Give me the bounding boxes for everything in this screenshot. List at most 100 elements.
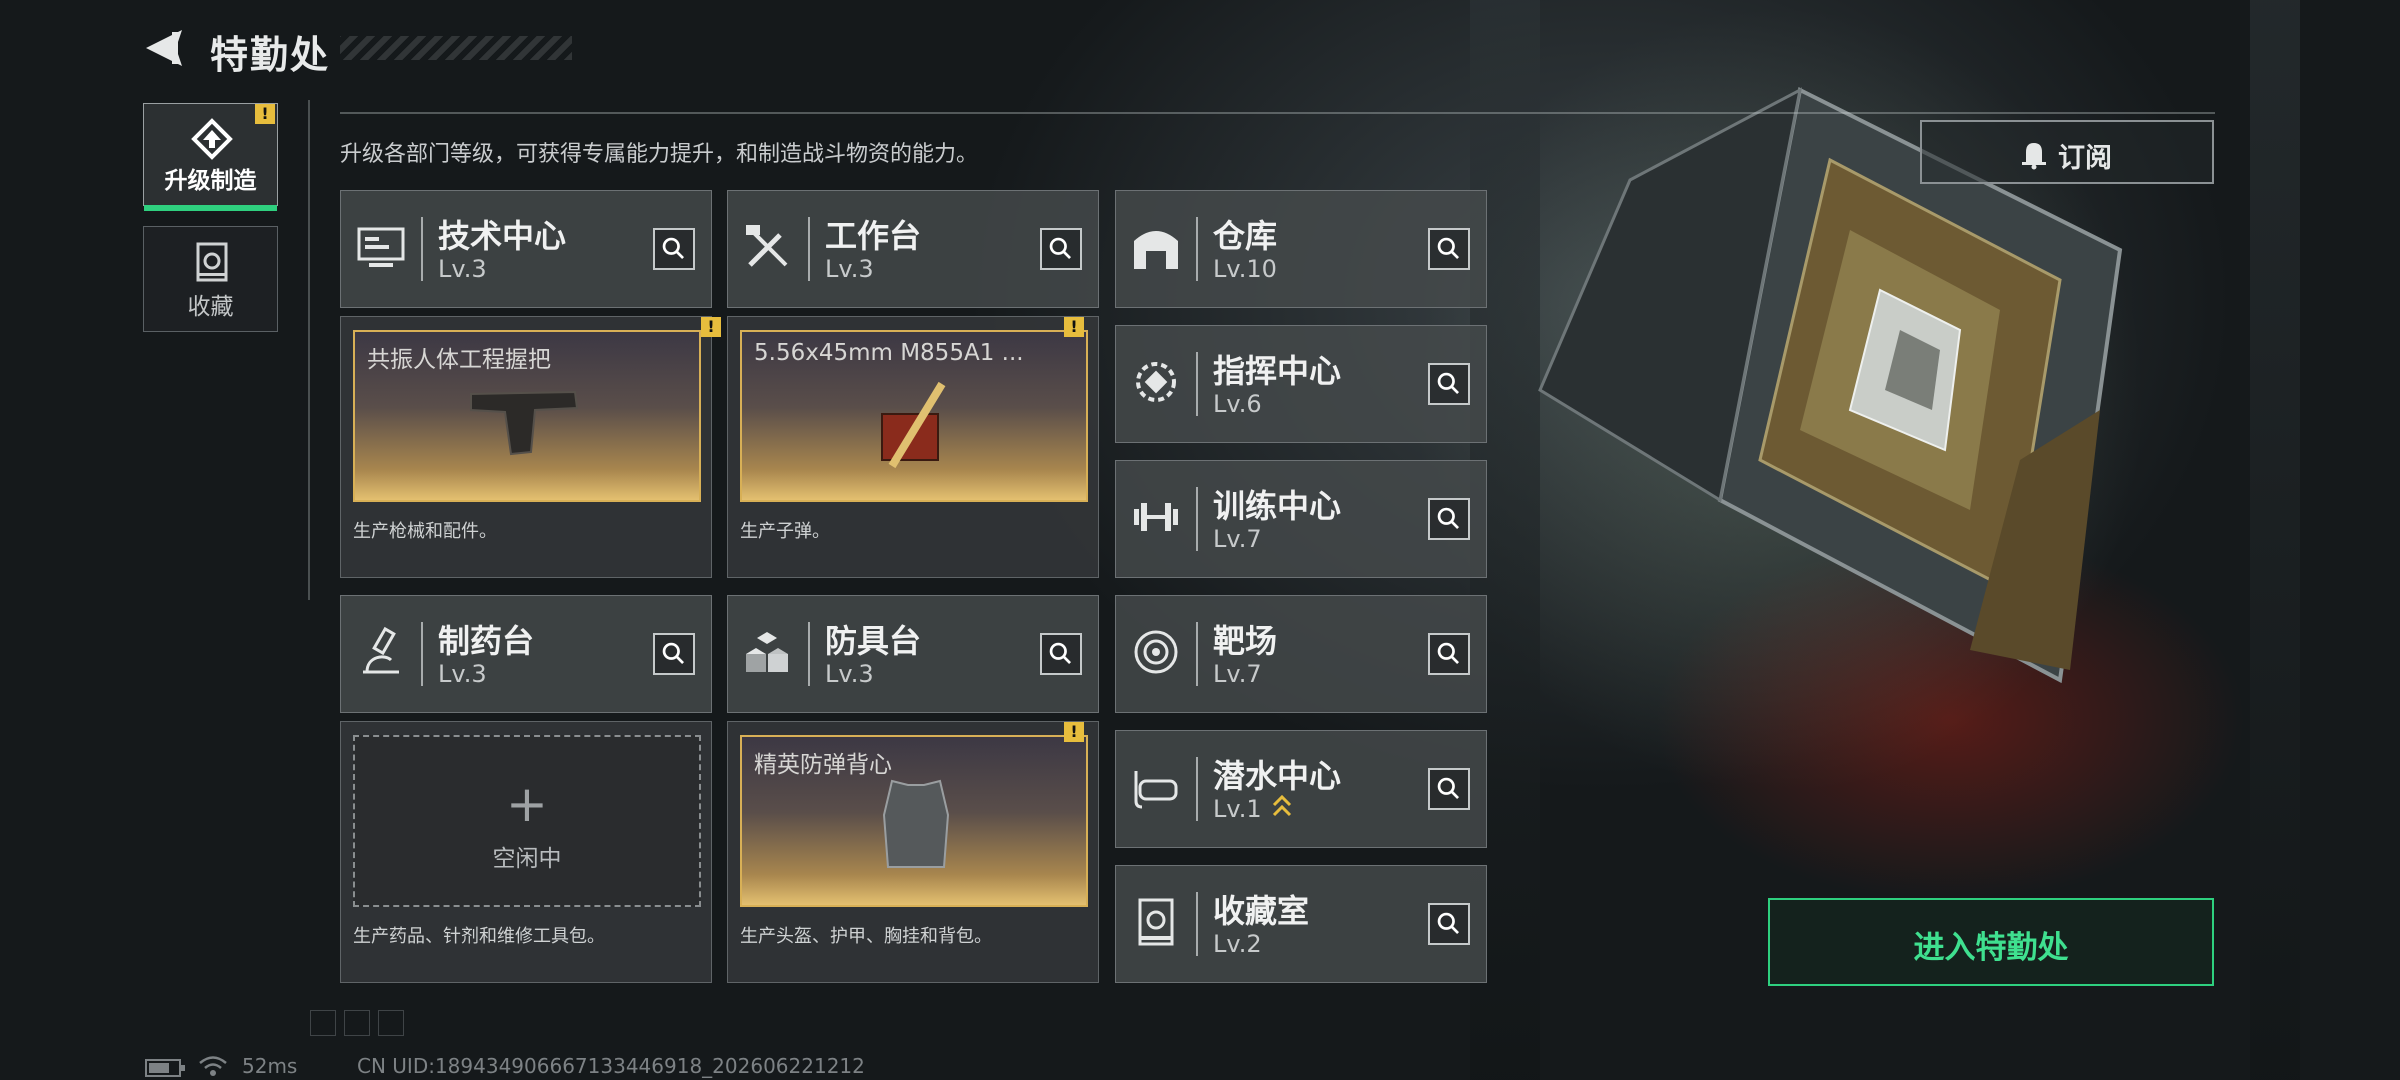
- production-description: 生产子弹。: [740, 521, 830, 542]
- dept-level: Lv.3: [438, 660, 487, 688]
- upgrade-icon: [191, 118, 233, 160]
- separator: [1196, 217, 1198, 281]
- separator: [1196, 622, 1198, 686]
- dept-collection-room[interactable]: 收藏室 Lv.2: [1115, 865, 1487, 983]
- production-card-workbench: 5.56x45mm M855A1 ... ! 生产子弹。: [727, 316, 1099, 578]
- dept-name: 工作台: [825, 217, 922, 255]
- magnifier-icon[interactable]: [653, 228, 695, 270]
- production-description: 生产药品、针剂和维修工具包。: [353, 926, 605, 947]
- dept-armor-bench[interactable]: 防具台 Lv.3: [727, 595, 1099, 713]
- idle-label: 空闲中: [492, 846, 562, 872]
- separator: [808, 622, 810, 686]
- production-description: 生产枪械和配件。: [353, 521, 497, 542]
- tab-collection[interactable]: 收藏: [143, 226, 278, 332]
- warehouse-icon: [1134, 231, 1178, 269]
- bell-icon: [2022, 143, 2046, 170]
- magnifier-icon[interactable]: [1428, 498, 1470, 540]
- armor-bench-icon: [746, 632, 788, 672]
- ammo-box-image: [881, 381, 946, 469]
- dept-shooting-range[interactable]: 靶场 Lv.7: [1115, 595, 1487, 713]
- dept-level: Lv.3: [825, 660, 874, 688]
- production-slot[interactable]: 精英防弹背心: [740, 735, 1088, 907]
- command-center-icon: [1136, 362, 1176, 402]
- dept-name: 技术中心: [438, 217, 567, 255]
- divider-line: [340, 112, 2215, 114]
- item-name: 5.56x45mm M855A1 ...: [754, 340, 1024, 366]
- divider-line: [308, 100, 310, 600]
- dept-name: 制药台: [438, 622, 535, 660]
- vest-item-image: [882, 779, 950, 868]
- dept-tech-center[interactable]: 技术中心 Lv.3: [340, 190, 712, 308]
- dept-level: Lv.3: [438, 255, 487, 283]
- dept-name: 指挥中心: [1213, 352, 1342, 390]
- dept-level: Lv.2: [1213, 930, 1262, 958]
- separator: [1196, 892, 1198, 956]
- tab-upgrade-craft[interactable]: 升级制造 !: [143, 103, 278, 211]
- production-slot-idle[interactable]: + 空闲中: [353, 735, 701, 907]
- production-description: 生产头盔、护甲、胸挂和背包。: [740, 926, 992, 947]
- intro-text: 升级各部门等级，可获得专属能力提升，和制造战斗物资的能力。: [340, 142, 979, 167]
- decoration: [310, 1010, 336, 1036]
- magnifier-icon[interactable]: [653, 633, 695, 675]
- enter-label: 进入特勤处: [1913, 930, 2069, 966]
- tab-label: 收藏: [187, 294, 234, 320]
- separator: [1196, 757, 1198, 821]
- dept-level: Lv.7: [1213, 660, 1262, 688]
- title-decoration: [340, 36, 572, 60]
- alert-badge: !: [1064, 317, 1084, 337]
- enter-special-ops-button[interactable]: 进入特勤处: [1768, 898, 2214, 986]
- dept-warehouse[interactable]: 仓库 Lv.10: [1115, 190, 1487, 308]
- collection-room-icon: [1138, 898, 1174, 946]
- battery-icon: [145, 1059, 185, 1077]
- magnifier-icon[interactable]: [1428, 768, 1470, 810]
- item-name: 精英防弹背心: [754, 752, 892, 778]
- alert-badge: !: [701, 317, 721, 337]
- production-card-armor: 精英防弹背心 ! 生产头盔、护甲、胸挂和背包。: [727, 721, 1099, 983]
- dept-level: Lv.10: [1213, 255, 1277, 283]
- tab-label: 升级制造: [164, 168, 257, 194]
- dept-workbench[interactable]: 工作台 Lv.3: [727, 190, 1099, 308]
- magnifier-icon[interactable]: [1040, 228, 1082, 270]
- production-card-tech: 共振人体工程握把 ! 生产枪械和配件。: [340, 316, 721, 578]
- alert-badge: !: [1064, 722, 1084, 742]
- item-name: 共振人体工程握把: [367, 347, 551, 373]
- pharmacy-icon: [363, 626, 399, 674]
- dept-level: Lv.3: [825, 255, 874, 283]
- add-icon: +: [506, 775, 548, 833]
- dept-level: Lv.1: [1213, 795, 1262, 823]
- ping-text: 52ms: [242, 1054, 298, 1078]
- separator: [1196, 352, 1198, 416]
- dept-command-center[interactable]: 指挥中心 Lv.6: [1115, 325, 1487, 443]
- magnifier-icon[interactable]: [1040, 633, 1082, 675]
- dept-training-center[interactable]: 训练中心 Lv.7: [1115, 460, 1487, 578]
- dept-name: 训练中心: [1213, 487, 1342, 525]
- magnifier-icon[interactable]: [1428, 633, 1470, 675]
- grip-item-image: [470, 390, 579, 456]
- production-slot[interactable]: 共振人体工程握把: [353, 330, 701, 502]
- active-tab-indicator: [144, 205, 277, 211]
- back-arrow-icon[interactable]: [142, 26, 186, 70]
- magnifier-icon[interactable]: [1428, 228, 1470, 270]
- production-card-pharmacy: + 空闲中 生产药品、针剂和维修工具包。: [340, 721, 712, 983]
- tech-center-icon: [357, 227, 405, 267]
- subscribe-label: 订阅: [2058, 143, 2112, 174]
- training-center-icon: [1134, 503, 1178, 531]
- dept-level: Lv.6: [1213, 390, 1262, 418]
- uid-text: CN UID:18943490666713344691​8_2026062212…: [357, 1054, 865, 1078]
- magnifier-icon[interactable]: [1428, 903, 1470, 945]
- dept-name: 防具台: [825, 622, 922, 660]
- dept-name: 仓库: [1213, 217, 1278, 255]
- page-title: 特勤处: [210, 33, 331, 77]
- production-slot[interactable]: 5.56x45mm M855A1 ...: [740, 330, 1088, 502]
- dept-pharmacy[interactable]: 制药台 Lv.3: [340, 595, 712, 713]
- diving-center-icon: [1134, 771, 1178, 809]
- dept-name: 收藏室: [1213, 892, 1310, 930]
- subscribe-button[interactable]: 订阅: [1920, 120, 2214, 184]
- dept-diving-center[interactable]: 潜水中心 Lv.1: [1115, 730, 1487, 848]
- separator: [421, 217, 423, 281]
- decoration: [344, 1010, 370, 1036]
- dept-level: Lv.7: [1213, 525, 1262, 553]
- decoration: [378, 1010, 404, 1036]
- magnifier-icon[interactable]: [1428, 363, 1470, 405]
- separator: [808, 217, 810, 281]
